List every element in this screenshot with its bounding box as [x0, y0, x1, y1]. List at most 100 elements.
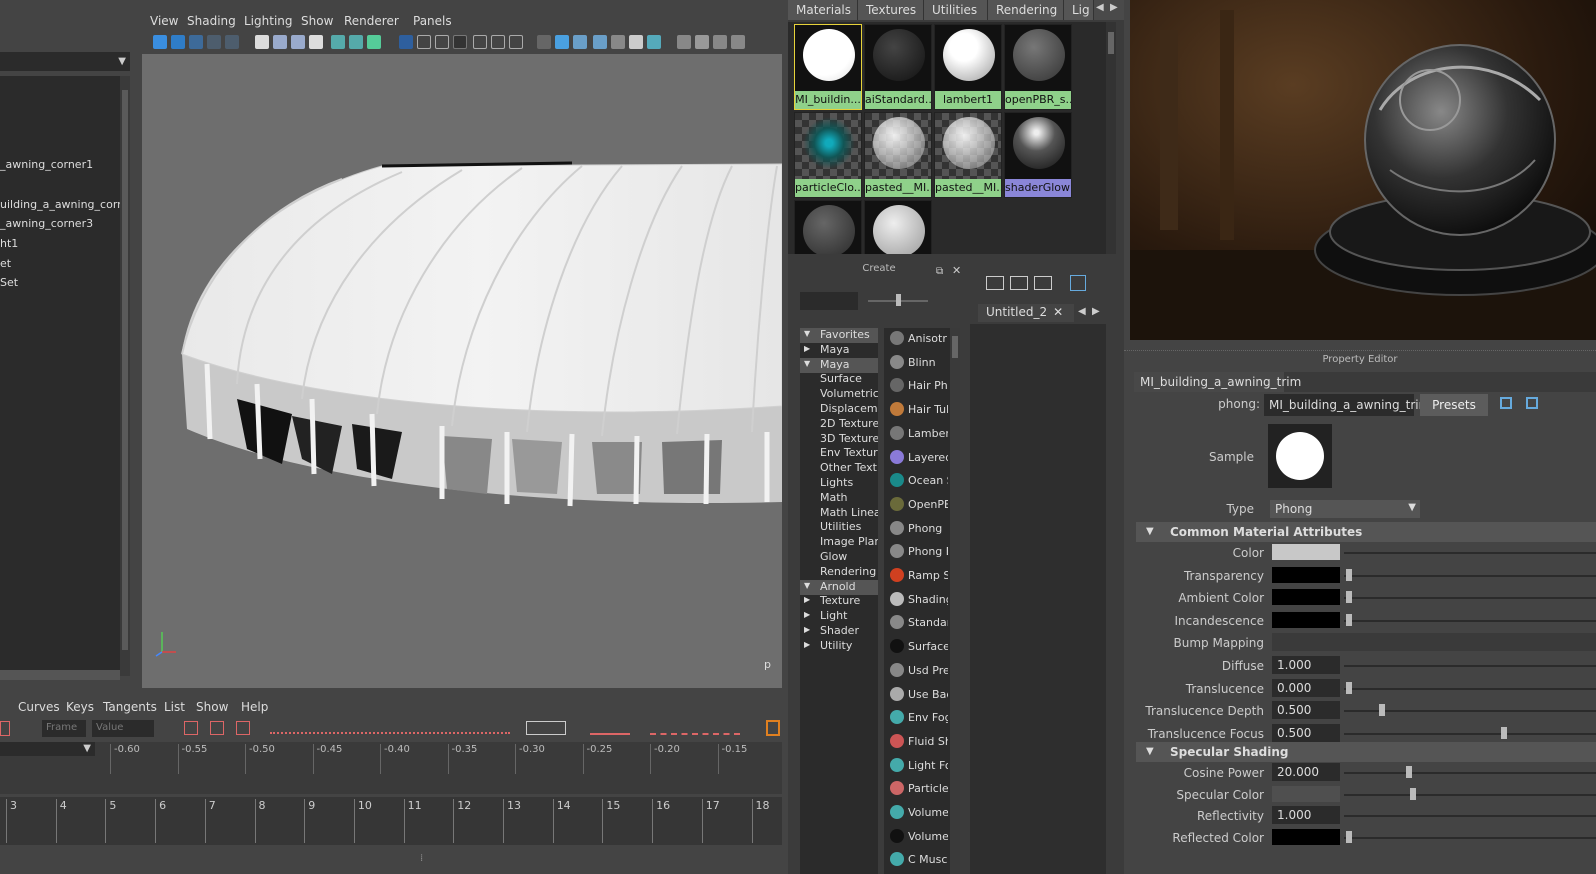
outliner-horizontal-scrollbar[interactable] [0, 670, 120, 680]
tab-textures[interactable]: Textures [858, 0, 924, 20]
create-node-item[interactable]: Standar [888, 612, 948, 634]
smooth-shade-icon[interactable] [555, 35, 569, 49]
swatch-item[interactable]: aiStandard... [864, 24, 932, 110]
create-node-item[interactable]: Hair Tub [888, 399, 948, 421]
attr-slider[interactable] [1344, 687, 1596, 690]
bookmark-icon[interactable] [207, 35, 221, 49]
scroll-thumb[interactable] [952, 336, 958, 358]
swatch-item[interactable]: lambert1 [934, 24, 1002, 110]
attr-slider[interactable] [1344, 619, 1596, 622]
create-category-item[interactable]: ▼ Favorites [800, 328, 878, 343]
attr-slider[interactable] [1344, 793, 1596, 796]
attr-value-field[interactable]: 1.000 [1272, 656, 1340, 674]
menu-renderer[interactable]: Renderer [344, 14, 399, 28]
menu-lighting[interactable]: Lighting [244, 14, 293, 28]
tab-rendering[interactable]: Rendering [988, 0, 1064, 20]
attr-value-field[interactable]: 0.500 [1272, 723, 1340, 742]
attr-value-field[interactable]: 0.500 [1272, 701, 1340, 720]
outliner-item[interactable]: ht1 [0, 237, 18, 250]
swatch-item[interactable]: openPBR_s... [1004, 24, 1072, 110]
create-category-item[interactable]: Surface [800, 372, 878, 387]
swatch-item[interactable]: particleClo... [794, 112, 862, 198]
create-node-item[interactable]: Anisotr [888, 328, 948, 350]
create-category-item[interactable]: Lights [800, 476, 878, 491]
color-swatch[interactable] [1272, 611, 1340, 628]
bookmark2-icon[interactable] [309, 35, 323, 49]
swatch-item[interactable]: pasted__MI... [934, 112, 1002, 198]
create-node-item[interactable]: Layered [888, 447, 948, 469]
motion-blur-icon[interactable] [695, 35, 709, 49]
tangent-tools-icon[interactable] [270, 722, 510, 734]
create-node-item[interactable]: C Musc [888, 849, 948, 871]
create-search-input[interactable] [800, 292, 858, 310]
swatch-item[interactable] [794, 200, 862, 254]
node-graph-canvas[interactable] [970, 324, 1106, 874]
tab-untitled[interactable]: Untitled_2 ✕ [978, 304, 1074, 322]
type-dropdown[interactable]: Phong ▼ [1270, 500, 1420, 518]
create-node-item[interactable]: Hair Phy [888, 375, 948, 397]
film-gate-icon[interactable] [417, 35, 431, 49]
create-category-item[interactable]: ▶ Texture [800, 594, 878, 609]
graph-io-icon[interactable] [1010, 276, 1028, 290]
swatch-item[interactable]: MI_buildin... [794, 24, 862, 110]
slider-knob[interactable] [1410, 787, 1417, 800]
bump-map-field[interactable] [1272, 633, 1596, 652]
color-swatch[interactable] [1272, 785, 1340, 802]
attr-value-field[interactable]: 0.000 [1272, 678, 1340, 697]
attr-slider[interactable] [1344, 815, 1596, 817]
tab-lights[interactable]: Lig [1064, 0, 1094, 20]
color-swatch[interactable] [1272, 589, 1340, 606]
frame-selection-icon[interactable] [210, 721, 224, 735]
show-attr-icon[interactable] [1500, 397, 1512, 409]
curve-tools-icon[interactable] [650, 721, 740, 735]
slider-knob[interactable] [1405, 766, 1412, 778]
presets-button[interactable]: Presets [1420, 394, 1488, 416]
create-category-item[interactable]: Other Text [800, 461, 878, 476]
wireframe-on-shaded-icon[interactable] [593, 35, 607, 49]
attr-slider[interactable] [1344, 552, 1596, 554]
camera-attr-icon[interactable] [255, 35, 269, 49]
create-node-item[interactable]: Phong E [888, 541, 948, 563]
lock-camera-icon[interactable] [273, 35, 287, 49]
attr-value-field[interactable]: 20.000 [1272, 763, 1340, 781]
tab-scroll-right-icon[interactable]: ▶ [1110, 2, 1118, 13]
close-icon[interactable]: ✕ [1053, 305, 1063, 319]
tab-scroll-left-icon[interactable]: ◀ [1096, 2, 1104, 13]
create-node-item[interactable]: Blinn [888, 352, 948, 374]
create-category-item[interactable]: ▶ Maya [800, 343, 878, 358]
pencil-icon[interactable] [367, 35, 381, 49]
attr-slider[interactable] [1344, 772, 1596, 774]
create-category-item[interactable]: Displacem [800, 402, 878, 417]
slider-knob[interactable] [1379, 704, 1386, 717]
create-category-item[interactable]: Rendering [800, 565, 878, 580]
tab-node[interactable]: MI_building_a_awning_trim [1134, 372, 1301, 392]
highlight-tool-icon[interactable] [766, 720, 780, 736]
close-icon[interactable]: ✕ [952, 264, 961, 277]
node-name-field[interactable]: MI_building_a_awning_trim [1264, 394, 1430, 416]
menu-shading[interactable]: Shading [187, 14, 236, 28]
frame-graph-icon[interactable] [1070, 275, 1086, 291]
color-swatch[interactable] [1272, 544, 1340, 560]
color-swatch[interactable] [1272, 566, 1340, 583]
scroll-thumb[interactable] [122, 90, 128, 650]
create-node-item[interactable]: Volume [888, 802, 948, 824]
attr-slider[interactable] [1344, 665, 1596, 667]
antialias-icon[interactable] [713, 35, 727, 49]
wireframe-icon[interactable] [537, 35, 551, 49]
create-node-item[interactable]: Particle [888, 778, 948, 800]
create-node-item[interactable]: Shading [888, 589, 948, 611]
lights-icon[interactable] [629, 35, 643, 49]
text-icon[interactable] [153, 35, 167, 49]
outliner-item[interactable]: Set [0, 276, 18, 289]
attr-slider[interactable] [1344, 574, 1596, 577]
create-node-item[interactable]: Lambert [888, 423, 948, 445]
outliner-item[interactable]: _awning_corner1 [0, 158, 93, 171]
frame-all-icon[interactable] [184, 721, 198, 735]
slider-knob[interactable] [1346, 830, 1352, 843]
slider-knob[interactable] [1346, 591, 1352, 604]
menu-panels[interactable]: Panels [413, 14, 452, 28]
slider-knob[interactable] [1501, 726, 1508, 739]
menu-show[interactable]: Show [301, 14, 333, 28]
tab-utilities[interactable]: Utilities [924, 0, 988, 20]
slider-knob[interactable] [1346, 613, 1352, 626]
